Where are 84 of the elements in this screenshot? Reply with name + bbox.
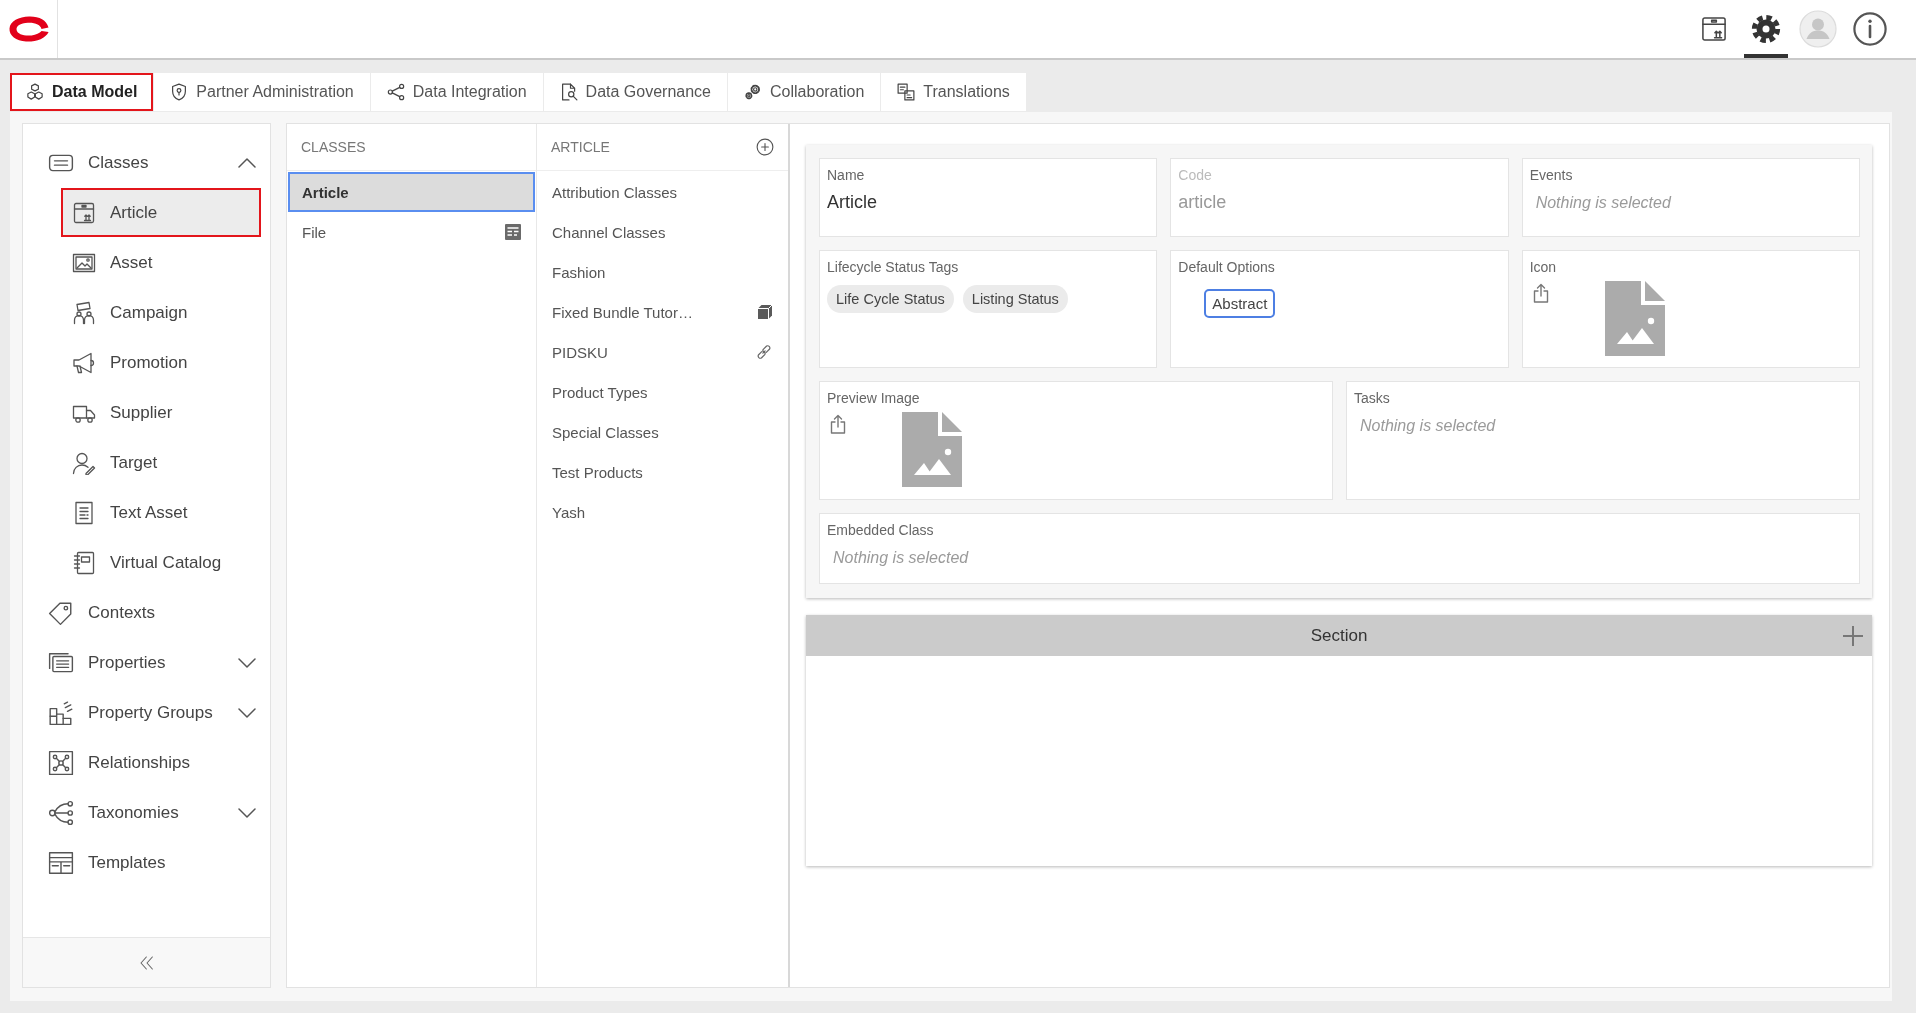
- field-label: Lifecycle Status Tags: [827, 259, 960, 275]
- chevron-down-icon[interactable]: [238, 658, 256, 668]
- document-search-icon: [559, 83, 578, 101]
- field-label: Embedded Class: [827, 522, 935, 538]
- list-item[interactable]: Special Classes: [538, 412, 787, 452]
- megaphone-icon: [72, 350, 96, 375]
- nodes-icon: [48, 800, 74, 826]
- sidebar-item[interactable]: Article: [61, 188, 261, 237]
- chevron-down-icon[interactable]: [238, 808, 256, 818]
- sidebar-item[interactable]: Templates: [23, 838, 270, 888]
- link-icon: [755, 343, 773, 361]
- sidebar-item[interactable]: Property Groups: [23, 688, 270, 738]
- people-flag-icon: [72, 300, 96, 325]
- sidebar-item[interactable]: Classes: [23, 138, 270, 188]
- gears-icon: [744, 83, 762, 101]
- list-item[interactable]: Product Types: [538, 372, 787, 412]
- field-label: Icon: [1529, 259, 1558, 275]
- field-label: Default Options: [1178, 259, 1276, 275]
- info-icon: [1853, 12, 1887, 46]
- list-item[interactable]: Channel Classes: [538, 212, 787, 252]
- sidebar-item[interactable]: Campaign: [61, 288, 261, 337]
- share-icon: [386, 83, 405, 101]
- form-icon: [505, 224, 521, 240]
- tab[interactable]: Data Model: [10, 73, 154, 111]
- document-icon: [72, 500, 96, 525]
- tab[interactable]: Translations: [881, 73, 1026, 111]
- image-file-icon: [1604, 281, 1665, 356]
- plus-icon[interactable]: [1842, 624, 1864, 647]
- list-item[interactable]: Fashion: [538, 252, 787, 292]
- tab[interactable]: Partner Administration: [154, 73, 370, 111]
- avatar-icon: [1799, 10, 1837, 48]
- sidebar-item[interactable]: Target: [61, 438, 261, 487]
- sidebar-item[interactable]: Virtual Catalog: [61, 538, 261, 587]
- image-file-icon: [902, 412, 962, 487]
- notebook-icon: [72, 550, 96, 575]
- blocks-icon: [48, 700, 74, 726]
- gear-icon: [1751, 14, 1781, 44]
- tab[interactable]: Data Integration: [370, 73, 543, 111]
- sidebar-item[interactable]: Promotion: [61, 338, 261, 387]
- tab[interactable]: Data Governance: [543, 73, 727, 111]
- shield-icon: [170, 83, 189, 101]
- layout-icon: [48, 850, 74, 876]
- sidebar-item[interactable]: Taxonomies: [23, 788, 270, 838]
- option-toggle[interactable]: Abstract: [1204, 289, 1276, 318]
- field-label: Code: [1178, 167, 1213, 183]
- overlapping-squares-icon: [897, 83, 916, 101]
- sidebar-item[interactable]: Supplier: [61, 388, 261, 437]
- field-label: Preview Image: [827, 390, 921, 406]
- field-label: Tasks: [1354, 390, 1391, 406]
- sidebar-item[interactable]: Contexts: [23, 588, 270, 638]
- status-tag: Life Cycle Status: [827, 285, 954, 313]
- double-chevron-icon[interactable]: [138, 954, 155, 971]
- network-icon: [48, 750, 74, 776]
- sidebar-item[interactable]: Relationships: [23, 738, 270, 788]
- tag-icon: [48, 600, 74, 626]
- column-title: CLASSES: [301, 139, 366, 155]
- field-label: Events: [1529, 167, 1574, 183]
- list-item[interactable]: Fixed Bundle Tutor…: [538, 292, 787, 332]
- text-input[interactable]: Article: [827, 192, 1150, 213]
- list-item[interactable]: File: [288, 212, 535, 252]
- list-item[interactable]: PIDSKU: [538, 332, 787, 372]
- package-icon: [72, 200, 96, 225]
- sidebar-item[interactable]: Properties: [23, 638, 270, 688]
- person-pencil-icon: [72, 450, 96, 475]
- status-tag: Listing Status: [962, 285, 1068, 313]
- sidebar-item[interactable]: Text Asset: [61, 488, 261, 537]
- logo-icon: [7, 15, 50, 43]
- list-item[interactable]: Test Products: [538, 452, 787, 492]
- chevron-up-icon[interactable]: [238, 158, 256, 168]
- tab[interactable]: Collaboration: [728, 73, 881, 111]
- sidebar-item[interactable]: Asset: [61, 238, 261, 287]
- package-icon: [1700, 15, 1728, 43]
- cubes-icon: [26, 83, 44, 101]
- column-title: ARTICLE: [551, 139, 610, 155]
- field-label: Name: [827, 167, 866, 183]
- plus-circle-icon[interactable]: [756, 138, 774, 156]
- upload-icon[interactable]: [1532, 283, 1549, 303]
- section-title: Section: [1310, 625, 1368, 646]
- list-item[interactable]: Attribution Classes: [538, 172, 787, 212]
- list-item[interactable]: Article: [288, 172, 535, 212]
- list-item[interactable]: Yash: [538, 492, 787, 532]
- box-icon: [757, 304, 773, 320]
- upload-icon[interactable]: [830, 414, 846, 434]
- chevron-down-icon[interactable]: [238, 708, 256, 718]
